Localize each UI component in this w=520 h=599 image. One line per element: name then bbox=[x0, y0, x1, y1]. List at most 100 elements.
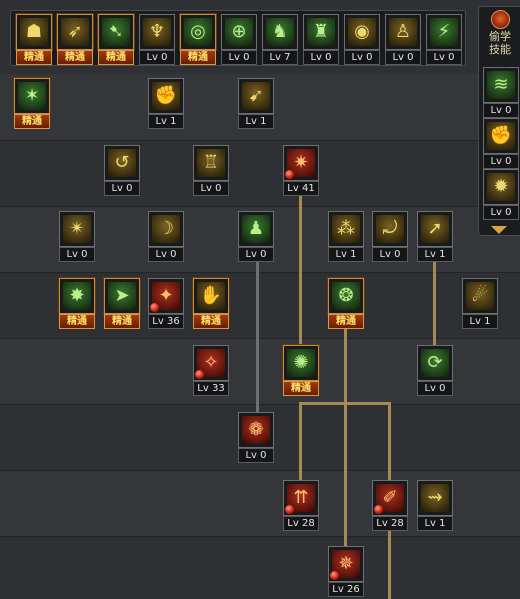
skill-icon-frame: ✸ bbox=[59, 278, 95, 314]
skill-slot[interactable]: ≋ Lv 0 bbox=[483, 67, 519, 119]
skill-icon-frame: ↺ bbox=[104, 145, 140, 181]
red-gem-icon bbox=[330, 571, 339, 580]
prerequisite-line bbox=[299, 190, 302, 345]
muscle-body-icon: ♟ bbox=[242, 215, 270, 243]
skill-slot[interactable]: ✸ 精通 bbox=[59, 278, 95, 330]
skill-level-label: Lv 28 bbox=[283, 516, 319, 531]
skill-slot[interactable]: ⇝ Lv 1 bbox=[417, 480, 453, 532]
skill-level-label: Lv 41 bbox=[283, 181, 319, 196]
skill-level-label: Lv 1 bbox=[462, 314, 498, 329]
kick-fighter-icon: ⚡ bbox=[430, 18, 458, 46]
skill-slot[interactable]: ✹ Lv 0 bbox=[483, 169, 519, 221]
red-gem-icon bbox=[195, 370, 204, 379]
skill-icon-frame: ☄ bbox=[462, 278, 498, 314]
skill-level-label: Lv 1 bbox=[328, 247, 364, 262]
skill-slot[interactable]: ⚡ Lv 0 bbox=[426, 14, 462, 66]
ground-slide-icon: ⇝ bbox=[421, 484, 449, 512]
row-divider bbox=[0, 470, 520, 471]
skill-slot[interactable]: ➹ Lv 1 bbox=[238, 78, 274, 130]
skill-slot[interactable]: ☽ Lv 0 bbox=[148, 211, 184, 263]
guard-stance-icon: ♖ bbox=[197, 149, 225, 177]
skill-icon-frame: ♆ bbox=[139, 14, 175, 50]
shuriken-burst-icon: ✴ bbox=[63, 215, 91, 243]
skill-icon-frame: ⇈ bbox=[283, 480, 319, 516]
skill-level-label: Lv 7 bbox=[262, 50, 298, 65]
skill-slot[interactable]: ◉ Lv 0 bbox=[344, 14, 380, 66]
skill-icon-frame: ✺ bbox=[283, 345, 319, 381]
red-gem-icon bbox=[285, 170, 294, 179]
skill-level-label: Lv 1 bbox=[148, 114, 184, 129]
skill-icon-frame: ⁂ bbox=[328, 211, 364, 247]
skill-level-label: Lv 0 bbox=[372, 247, 408, 262]
skill-slot[interactable]: ✋ 精通 bbox=[193, 278, 229, 330]
running-fighter-icon: ➷ bbox=[102, 18, 130, 46]
row-divider bbox=[0, 338, 520, 339]
skill-icon-frame: ✋ bbox=[193, 278, 229, 314]
skill-slot[interactable]: ⁂ Lv 1 bbox=[328, 211, 364, 263]
skill-icon-frame: ✊ bbox=[483, 118, 519, 154]
skill-level-label: Lv 0 bbox=[238, 247, 274, 262]
triangle-down-icon[interactable] bbox=[491, 226, 507, 234]
skill-slot[interactable]: ⤾ Lv 0 bbox=[372, 211, 408, 263]
skill-slot[interactable]: ➚ Lv 1 bbox=[417, 211, 453, 263]
skill-level-label: Lv 33 bbox=[193, 381, 229, 396]
skill-slot[interactable]: ✴ Lv 0 bbox=[59, 211, 95, 263]
slash-burst-icon: ✶ bbox=[18, 82, 46, 110]
skill-level-label: 精通 bbox=[180, 50, 216, 65]
fireball-icon: ☄ bbox=[466, 282, 494, 310]
skill-slot[interactable]: ➤ 精通 bbox=[104, 278, 140, 330]
skill-level-label: 精通 bbox=[16, 50, 52, 65]
prerequisite-line bbox=[299, 402, 302, 482]
skill-slot[interactable]: ❁ Lv 0 bbox=[238, 412, 274, 464]
skill-level-label: Lv 0 bbox=[303, 50, 339, 65]
energy-star-icon: ✸ bbox=[63, 282, 91, 310]
skill-slot[interactable]: ♙ Lv 0 bbox=[385, 14, 421, 66]
skill-slot[interactable]: ♜ Lv 0 bbox=[303, 14, 339, 66]
skill-icon-frame: ➶ bbox=[57, 14, 93, 50]
skill-level-label: Lv 36 bbox=[148, 314, 184, 329]
skill-slot[interactable]: ➶ 精通 bbox=[57, 14, 93, 66]
skill-slot[interactable]: ✺ 精通 bbox=[283, 345, 319, 397]
skill-slot[interactable]: ◎ 精通 bbox=[180, 14, 216, 66]
stolen-skills-title-line2: 技能 bbox=[489, 43, 511, 56]
skill-slot[interactable]: ✶ 精通 bbox=[14, 78, 50, 130]
skill-icon-frame: ➤ bbox=[104, 278, 140, 314]
skill-level-label: 精通 bbox=[328, 314, 364, 329]
skill-slot[interactable]: ➷ 精通 bbox=[98, 14, 134, 66]
skill-icon-frame: ✵ bbox=[328, 546, 364, 582]
skill-slot[interactable]: ✵ Lv 26 bbox=[328, 546, 364, 598]
skill-slot[interactable]: ✐ Lv 28 bbox=[372, 480, 408, 532]
skill-slot[interactable]: ☗ 精通 bbox=[16, 14, 52, 66]
skill-slot[interactable]: ✊ Lv 1 bbox=[148, 78, 184, 130]
prerequisite-line bbox=[299, 402, 391, 405]
skill-slot[interactable]: ♞ Lv 7 bbox=[262, 14, 298, 66]
skill-slot[interactable]: ✊ Lv 0 bbox=[483, 118, 519, 170]
skill-level-label: Lv 0 bbox=[426, 50, 462, 65]
skill-slot[interactable]: ✧ Lv 33 bbox=[193, 345, 229, 397]
skill-level-label: Lv 0 bbox=[483, 205, 519, 220]
skill-level-label: Lv 0 bbox=[238, 448, 274, 463]
skill-slot[interactable]: ♖ Lv 0 bbox=[193, 145, 229, 197]
skill-icon-frame: ✧ bbox=[193, 345, 229, 381]
skill-slot[interactable]: ⟳ Lv 0 bbox=[417, 345, 453, 397]
crosshair-scope-icon: ⊕ bbox=[225, 18, 253, 46]
skill-slot[interactable]: ⇈ Lv 28 bbox=[283, 480, 319, 532]
skill-slot[interactable]: ✦ Lv 36 bbox=[148, 278, 184, 330]
skill-slot[interactable]: ✷ Lv 41 bbox=[283, 145, 319, 197]
skill-slot[interactable]: ⊕ Lv 0 bbox=[221, 14, 257, 66]
skill-slot[interactable]: ↺ Lv 0 bbox=[104, 145, 140, 197]
skill-icon-frame: ♟ bbox=[238, 211, 274, 247]
wind-slash-icon: ≋ bbox=[487, 71, 515, 99]
skill-slot[interactable]: ❂ 精通 bbox=[328, 278, 364, 330]
leaping-strike-icon: ➹ bbox=[242, 82, 270, 110]
skill-slot[interactable]: ♟ Lv 0 bbox=[238, 211, 274, 263]
skill-slot[interactable]: ♆ Lv 0 bbox=[139, 14, 175, 66]
tree-row-band bbox=[0, 536, 520, 599]
skill-slot[interactable]: ☄ Lv 1 bbox=[462, 278, 498, 330]
skill-icon-frame: ⚡ bbox=[426, 14, 462, 50]
red-gem-icon bbox=[285, 505, 294, 514]
red-gem-icon bbox=[150, 303, 159, 312]
dragon-burst-icon: ✺ bbox=[287, 349, 315, 377]
crouching-fighter-icon: ♞ bbox=[266, 18, 294, 46]
skill-icon-frame: ❂ bbox=[328, 278, 364, 314]
